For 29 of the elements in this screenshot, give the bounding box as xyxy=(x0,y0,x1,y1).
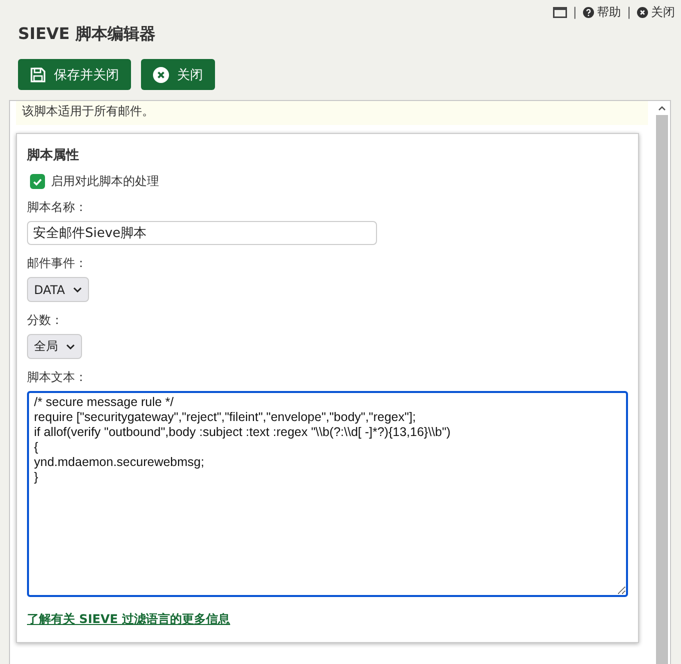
page-title: SIEVE 脚本编辑器 xyxy=(18,24,156,45)
window-icon xyxy=(552,6,567,18)
notice-text: 该脚本适用于所有邮件。 xyxy=(16,101,648,125)
chevron-down-icon xyxy=(72,286,82,292)
field-label: 脚本名称： xyxy=(27,199,88,216)
dropdown[interactable]: 全局 xyxy=(27,334,82,359)
separator: | xyxy=(626,5,631,19)
input-field[interactable]: 安全邮件Sieve脚本 xyxy=(27,221,377,245)
help-icon xyxy=(582,6,594,18)
close-link[interactable]: 关闭 xyxy=(637,4,675,20)
field-label: 分数： xyxy=(27,312,64,329)
window-button[interactable] xyxy=(552,6,567,18)
script-editor[interactable]: /* secure message rule */ require ["securitygateway","reject","fileint","envelope","body","regex"]; if allof(verify "outbound",body :subject :text :regex "\\b(?:\\d[ -]*?){13,16}\\b") { ynd.mdaemon.securewebmsg; } xyxy=(27,391,628,597)
chevron-down-icon xyxy=(66,344,75,350)
checkbox[interactable] xyxy=(30,174,45,189)
help-link[interactable]: 帮助 xyxy=(582,4,621,20)
check-icon xyxy=(33,178,42,186)
separator: | xyxy=(572,5,577,19)
close-icon xyxy=(637,6,648,18)
save-button[interactable]: 保存并关闭 xyxy=(18,59,131,90)
info-link[interactable]: 了解有关 SIEVE 过滤语言的更多信息 xyxy=(27,611,230,628)
section-heading: 脚本属性 xyxy=(27,147,80,164)
checkbox-label: 启用对此脚本的处理 xyxy=(51,173,159,190)
save-icon xyxy=(30,66,46,82)
field-label: 邮件事件： xyxy=(27,255,88,272)
close-icon xyxy=(153,66,169,82)
field-label: 脚本文本： xyxy=(27,369,88,386)
close-button[interactable]: 关闭 xyxy=(141,59,215,90)
dropdown[interactable]: DATA xyxy=(27,277,89,302)
